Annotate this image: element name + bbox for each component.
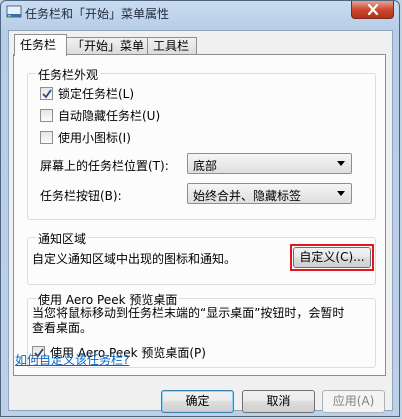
lock-taskbar-label: 锁定任务栏(L) <box>58 86 135 101</box>
taskbar-location-select[interactable]: 底部 <box>187 153 352 174</box>
autohide-taskbar-checkbox[interactable]: 自动隐藏任务栏(U) <box>40 107 160 123</box>
tab-toolbars[interactable]: 工具栏 <box>147 37 197 55</box>
help-link[interactable]: 如何自定义该任务栏? <box>15 351 129 368</box>
group-legend-notification: 通知区域 <box>36 230 89 247</box>
checkbox-box[interactable] <box>40 86 53 100</box>
window-title: 任务栏和「开始」菜单属性 <box>25 7 170 21</box>
notification-description: 自定义通知区域中出现的图标和通知。 <box>32 252 237 266</box>
taskbar-icon <box>6 4 22 20</box>
checkbox-box[interactable] <box>40 130 53 144</box>
cancel-button[interactable]: 取消 <box>242 390 315 413</box>
dropdown-arrow-icon <box>337 161 345 166</box>
dialog-client-area: 任务栏 「开始」菜单 工具栏 任务栏外观 锁定任务栏(L) 自动隐藏任务栏(U)… <box>8 30 393 413</box>
group-legend-appearance: 任务栏外观 <box>36 66 101 83</box>
autohide-taskbar-label: 自动隐藏任务栏(U) <box>58 108 161 123</box>
title-bar[interactable]: 任务栏和「开始」菜单属性 <box>1 1 399 25</box>
peek-description-line1: 当您将鼠标移动到任务栏末端的“显示桌面”按钮时，会暂时 <box>32 306 345 320</box>
group-taskbar-appearance: 任务栏外观 锁定任务栏(L) 自动隐藏任务栏(U) 使用小图标(I) 屏幕上的任… <box>27 66 376 220</box>
tab-panel-taskbar: 任务栏外观 锁定任务栏(L) 自动隐藏任务栏(U) 使用小图标(I) 屏幕上的任… <box>13 54 386 376</box>
lock-taskbar-checkbox[interactable]: 锁定任务栏(L) <box>40 85 134 101</box>
taskbar-buttons-label: 任务栏按钮(B): <box>40 189 122 203</box>
taskbar-location-value: 底部 <box>193 159 218 173</box>
close-icon <box>367 4 379 15</box>
apply-button[interactable]: 应用(A) <box>322 390 385 413</box>
checkbox-box[interactable] <box>40 108 53 122</box>
ok-button[interactable]: 确定 <box>161 390 234 413</box>
taskbar-buttons-select[interactable]: 始终合并、隐藏标签 <box>187 183 352 204</box>
close-button[interactable] <box>351 1 394 19</box>
checkmark-icon <box>42 88 52 98</box>
dropdown-arrow-icon <box>337 191 345 196</box>
tab-taskbar[interactable]: 任务栏 <box>14 34 67 56</box>
taskbar-buttons-value: 始终合并、隐藏标签 <box>193 189 302 203</box>
tab-start-menu[interactable]: 「开始」菜单 <box>66 37 148 55</box>
taskbar-location-label: 屏幕上的任务栏位置(T): <box>40 159 169 173</box>
small-icons-checkbox[interactable]: 使用小图标(I) <box>40 129 131 145</box>
group-notification-area: 通知区域 自定义通知区域中出现的图标和通知。 自定义(C)... <box>27 230 376 285</box>
peek-description-line2: 查看桌面。 <box>32 321 93 335</box>
small-icons-label: 使用小图标(I) <box>58 130 131 145</box>
customize-notifications-button[interactable]: 自定义(C)... <box>293 247 371 268</box>
properties-dialog: 任务栏和「开始」菜单属性 任务栏 「开始」菜单 工具栏 任务栏外观 锁定任务栏(… <box>0 0 400 417</box>
